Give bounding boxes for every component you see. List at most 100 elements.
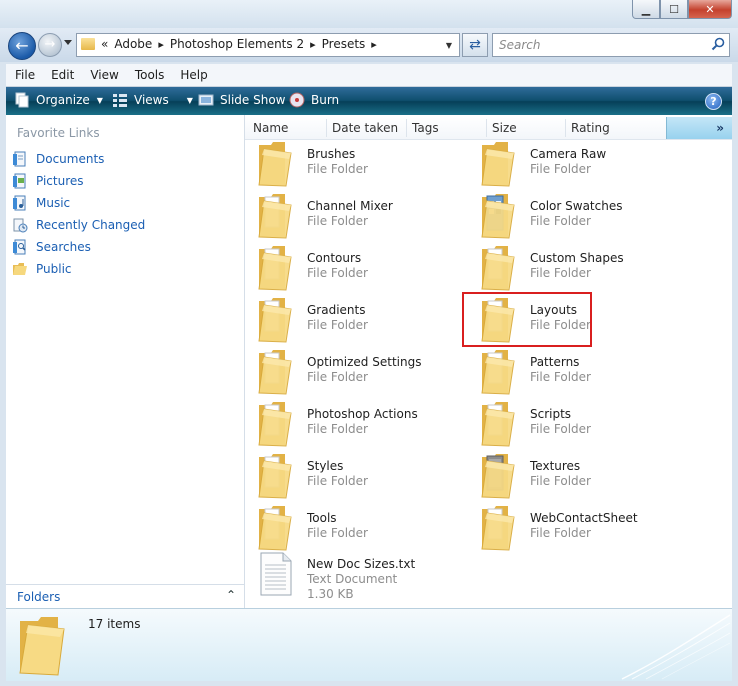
back-button[interactable]: ←	[8, 32, 36, 60]
folder-item-custom-shapes[interactable]: Custom Shapes File Folder	[470, 243, 690, 293]
breadcrumb-adobe[interactable]: Adobe	[114, 37, 152, 51]
decorative-swoosh	[621, 614, 731, 680]
search-icon[interactable]	[711, 37, 725, 51]
item-type: File Folder	[307, 526, 368, 540]
breadcrumb-photoshop-elements[interactable]: Photoshop Elements 2	[170, 37, 304, 51]
sidebar-item-label: Public	[36, 262, 72, 276]
item-type: File Folder	[530, 214, 591, 228]
address-bar[interactable]: « Adobe ▸ Photoshop Elements 2 ▸ Presets…	[76, 33, 460, 57]
sidebar-item-label: Recently Changed	[36, 218, 146, 232]
file-item-new-doc-sizes-txt[interactable]: New Doc Sizes.txt Text Document 1.30 KB	[247, 549, 467, 601]
column-header-name[interactable]: Name	[253, 121, 288, 135]
column-header-size[interactable]: Size	[492, 121, 517, 135]
arrow-left-icon: ←	[15, 36, 29, 55]
folder-item-camera-raw[interactable]: Camera Raw File Folder	[470, 139, 690, 189]
breadcrumb: « Adobe ▸ Photoshop Elements 2 ▸ Presets…	[101, 37, 383, 51]
maximize-button[interactable]: ☐	[660, 0, 688, 19]
breadcrumb-separator-icon[interactable]: ▸	[310, 38, 316, 51]
search-placeholder: Search	[499, 38, 541, 52]
favorite-links-list: Documents Pictures Music Recently Change…	[12, 148, 145, 280]
column-divider[interactable]	[326, 119, 327, 137]
item-name: Styles	[307, 459, 344, 473]
folder-item-gradients[interactable]: Gradients File Folder	[247, 295, 467, 345]
folder-item-scripts[interactable]: Scripts File Folder	[470, 399, 690, 449]
column-divider[interactable]	[406, 119, 407, 137]
item-name: Scripts	[530, 407, 572, 421]
title-bar: ▁ ☐ ✕	[0, 0, 738, 28]
folder-item-patterns[interactable]: Patterns File Folder	[470, 347, 690, 397]
burn-label: Burn	[311, 93, 340, 107]
recent-pages-dropdown-icon[interactable]	[64, 40, 72, 45]
sidebar-item-recently-changed[interactable]: Recently Changed	[12, 214, 145, 236]
slideshow-button[interactable]: Slide Show	[198, 92, 285, 108]
views-label: Views	[134, 93, 169, 107]
folder-icon	[481, 506, 515, 551]
folder-item-photoshop-actions[interactable]: Photoshop Actions File Folder	[247, 399, 467, 449]
folder-item-webcontactsheet[interactable]: WebContactSheet File Folder	[470, 503, 690, 553]
menu-edit[interactable]: Edit	[42, 68, 81, 82]
column-divider[interactable]	[565, 119, 566, 137]
item-name: Patterns	[530, 355, 580, 369]
folder-item-channel-mixer[interactable]: Channel Mixer File Folder	[247, 191, 467, 241]
menu-help[interactable]: Help	[171, 68, 214, 82]
breadcrumb-presets[interactable]: Presets	[322, 37, 366, 51]
details-pane: 17 items	[6, 608, 732, 681]
item-type: File Folder	[307, 422, 368, 436]
column-divider[interactable]	[486, 119, 487, 137]
column-header-rating[interactable]: Rating	[571, 121, 610, 135]
sidebar-item-pictures[interactable]: Pictures	[12, 170, 145, 192]
item-name: WebContactSheet	[530, 511, 638, 525]
help-button[interactable]: ?	[705, 93, 722, 110]
navigation-pane: Favorite Links Documents Pictures Music …	[6, 115, 245, 609]
address-dropdown-icon[interactable]: ▼	[441, 34, 457, 56]
organize-button[interactable]: Organize ▼	[14, 92, 103, 108]
explorer-window: ▁ ☐ ✕ ← → « Adobe ▸ Photoshop Elements 2…	[0, 0, 738, 686]
more-columns-button[interactable]: »	[666, 117, 732, 139]
refresh-button[interactable]: ⇄	[462, 33, 488, 57]
breadcrumb-separator-icon[interactable]: ▸	[371, 38, 377, 51]
slideshow-icon	[198, 94, 214, 106]
sidebar-item-searches[interactable]: Searches	[12, 236, 145, 258]
folder-item-textures[interactable]: Textures File Folder	[470, 451, 690, 501]
item-name: Camera Raw	[530, 147, 607, 161]
documents-icon	[13, 151, 26, 167]
menu-tools[interactable]: Tools	[126, 68, 172, 82]
item-type: File Folder	[307, 214, 368, 228]
close-button[interactable]: ✕	[688, 0, 732, 19]
sidebar-item-music[interactable]: Music	[12, 192, 145, 214]
navigation-bar: ← → « Adobe ▸ Photoshop Elements 2 ▸ Pre…	[0, 28, 738, 62]
breadcrumb-separator-icon[interactable]: ▸	[158, 38, 164, 51]
forward-button[interactable]: →	[38, 33, 62, 57]
folder-icon	[13, 263, 27, 275]
search-input[interactable]: Search	[492, 33, 730, 57]
folder-item-brushes[interactable]: Brushes File Folder	[247, 139, 467, 189]
folder-icon	[481, 142, 515, 187]
folder-icon	[481, 194, 515, 239]
item-type: File Folder	[530, 370, 591, 384]
menu-view[interactable]: View	[81, 68, 125, 82]
sidebar-item-label: Searches	[36, 240, 91, 254]
folder-item-optimized-settings[interactable]: Optimized Settings File Folder	[247, 347, 467, 397]
folder-item-contours[interactable]: Contours File Folder	[247, 243, 467, 293]
column-header-tags[interactable]: Tags	[412, 121, 439, 135]
minimize-button[interactable]: ▁	[632, 0, 660, 19]
folders-toggle-bar[interactable]: Folders ⌃	[6, 584, 244, 609]
menu-file[interactable]: File	[6, 68, 42, 82]
breadcrumb-overflow[interactable]: «	[101, 37, 108, 51]
burn-button[interactable]: Burn	[289, 92, 339, 108]
chevron-up-icon[interactable]: ⌃	[226, 588, 236, 602]
sidebar-item-documents[interactable]: Documents	[12, 148, 145, 170]
folder-item-tools[interactable]: Tools File Folder	[247, 503, 467, 553]
column-header-date-taken[interactable]: Date taken	[332, 121, 398, 135]
folder-icon	[19, 617, 65, 676]
burn-disc-icon	[289, 92, 305, 108]
sidebar-item-label: Pictures	[36, 174, 84, 188]
folder-item-color-swatches[interactable]: Color Swatches File Folder	[470, 191, 690, 241]
item-name: New Doc Sizes.txt	[307, 557, 416, 571]
item-name: Optimized Settings	[307, 355, 422, 369]
folder-item-styles[interactable]: Styles File Folder	[247, 451, 467, 501]
sidebar-item-public[interactable]: Public	[12, 258, 145, 280]
item-name: Textures	[530, 459, 581, 473]
views-button[interactable]: Views ▼	[112, 92, 193, 108]
folder-icon	[258, 298, 292, 343]
